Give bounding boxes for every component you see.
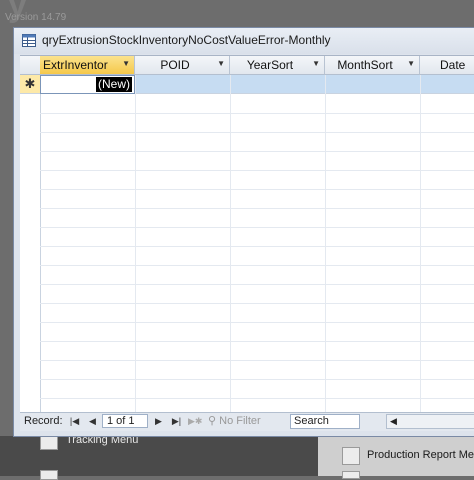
new-record-placeholder: (New) xyxy=(96,77,132,92)
record-position-field[interactable]: 1 of 1 xyxy=(102,414,148,428)
no-filter-label: No Filter xyxy=(219,415,261,427)
column-header-monthsort[interactable]: MonthSort ▼ xyxy=(325,56,420,75)
new-record-marker-icon[interactable]: ✱ xyxy=(20,75,40,94)
grid-line xyxy=(230,75,231,412)
column-header-label: Date xyxy=(440,58,466,72)
grid-line xyxy=(40,379,474,380)
grid-line xyxy=(40,189,474,190)
grid-line xyxy=(40,246,474,247)
background-button-2[interactable] xyxy=(342,471,360,479)
column-header-date[interactable]: Date xyxy=(420,56,474,75)
grid-line xyxy=(40,170,474,171)
previous-record-icon[interactable]: ◀ xyxy=(86,414,99,428)
no-filter-button[interactable]: ⚲ No Filter xyxy=(208,414,261,429)
sort-dropdown-icon[interactable]: ▼ xyxy=(407,59,415,68)
table-query-icon xyxy=(22,34,36,47)
column-header-label: ExtrInventor xyxy=(43,58,108,72)
scroll-left-icon[interactable]: ◀ xyxy=(390,415,397,428)
grid-line xyxy=(40,360,474,361)
sort-dropdown-icon[interactable]: ▼ xyxy=(217,59,225,68)
column-header-label: MonthSort xyxy=(337,58,393,72)
column-header-yearsort[interactable]: YearSort ▼ xyxy=(230,56,325,75)
record-selector-column[interactable] xyxy=(20,56,41,412)
background-panel: Production Report Menu xyxy=(318,436,474,479)
record-navigation-bar: Record: |◀ ◀ 1 of 1 ▶ ▶| ▶✱ ⚲ No Filter … xyxy=(20,412,474,431)
horizontal-scrollbar[interactable]: ◀ xyxy=(386,414,474,429)
grid-line xyxy=(40,151,474,152)
grid-line xyxy=(40,227,474,228)
select-all-corner[interactable] xyxy=(20,56,40,75)
datasheet-window: qryExtrusionStockInventoryNoCostValueErr… xyxy=(13,27,474,437)
record-label: Record: xyxy=(24,415,63,427)
sort-dropdown-icon[interactable]: ▼ xyxy=(312,59,320,68)
column-header-label: POID xyxy=(160,58,190,72)
production-report-menu-button[interactable] xyxy=(342,447,360,465)
app-version: Version 14.79 xyxy=(5,12,67,23)
column-header-label: YearSort xyxy=(246,58,294,72)
background-button[interactable] xyxy=(40,470,58,480)
grid-line xyxy=(40,303,474,304)
grid-line xyxy=(40,322,474,323)
grid-line xyxy=(40,113,474,114)
production-report-menu-label: Production Report Menu xyxy=(367,449,474,461)
datasheet-grid[interactable]: ExtrInventor ▼ POID ▼ YearSort ▼ MonthSo… xyxy=(20,55,474,412)
new-record-cell[interactable]: (New) xyxy=(40,75,135,94)
first-record-icon[interactable]: |◀ xyxy=(68,414,81,428)
grid-line xyxy=(135,75,136,412)
search-input[interactable]: Search xyxy=(290,414,360,429)
grid-line xyxy=(40,398,474,399)
next-record-icon[interactable]: ▶ xyxy=(152,414,165,428)
grid-line xyxy=(40,265,474,266)
last-record-icon[interactable]: ▶| xyxy=(170,414,183,428)
new-record-icon[interactable]: ▶✱ xyxy=(188,414,202,428)
column-header-poid[interactable]: POID ▼ xyxy=(135,56,230,75)
grid-line xyxy=(325,75,326,412)
grid-line xyxy=(40,132,474,133)
grid-line xyxy=(420,75,421,412)
column-header-extrinventory[interactable]: ExtrInventor ▼ xyxy=(40,56,135,75)
grid-line xyxy=(40,208,474,209)
window-title: qryExtrusionStockInventoryNoCostValueErr… xyxy=(42,33,331,47)
window-titlebar[interactable]: qryExtrusionStockInventoryNoCostValueErr… xyxy=(14,28,474,54)
grid-line xyxy=(40,341,474,342)
grid-line xyxy=(40,284,474,285)
sort-dropdown-icon[interactable]: ▼ xyxy=(122,59,130,68)
funnel-icon: ⚲ xyxy=(208,415,217,427)
